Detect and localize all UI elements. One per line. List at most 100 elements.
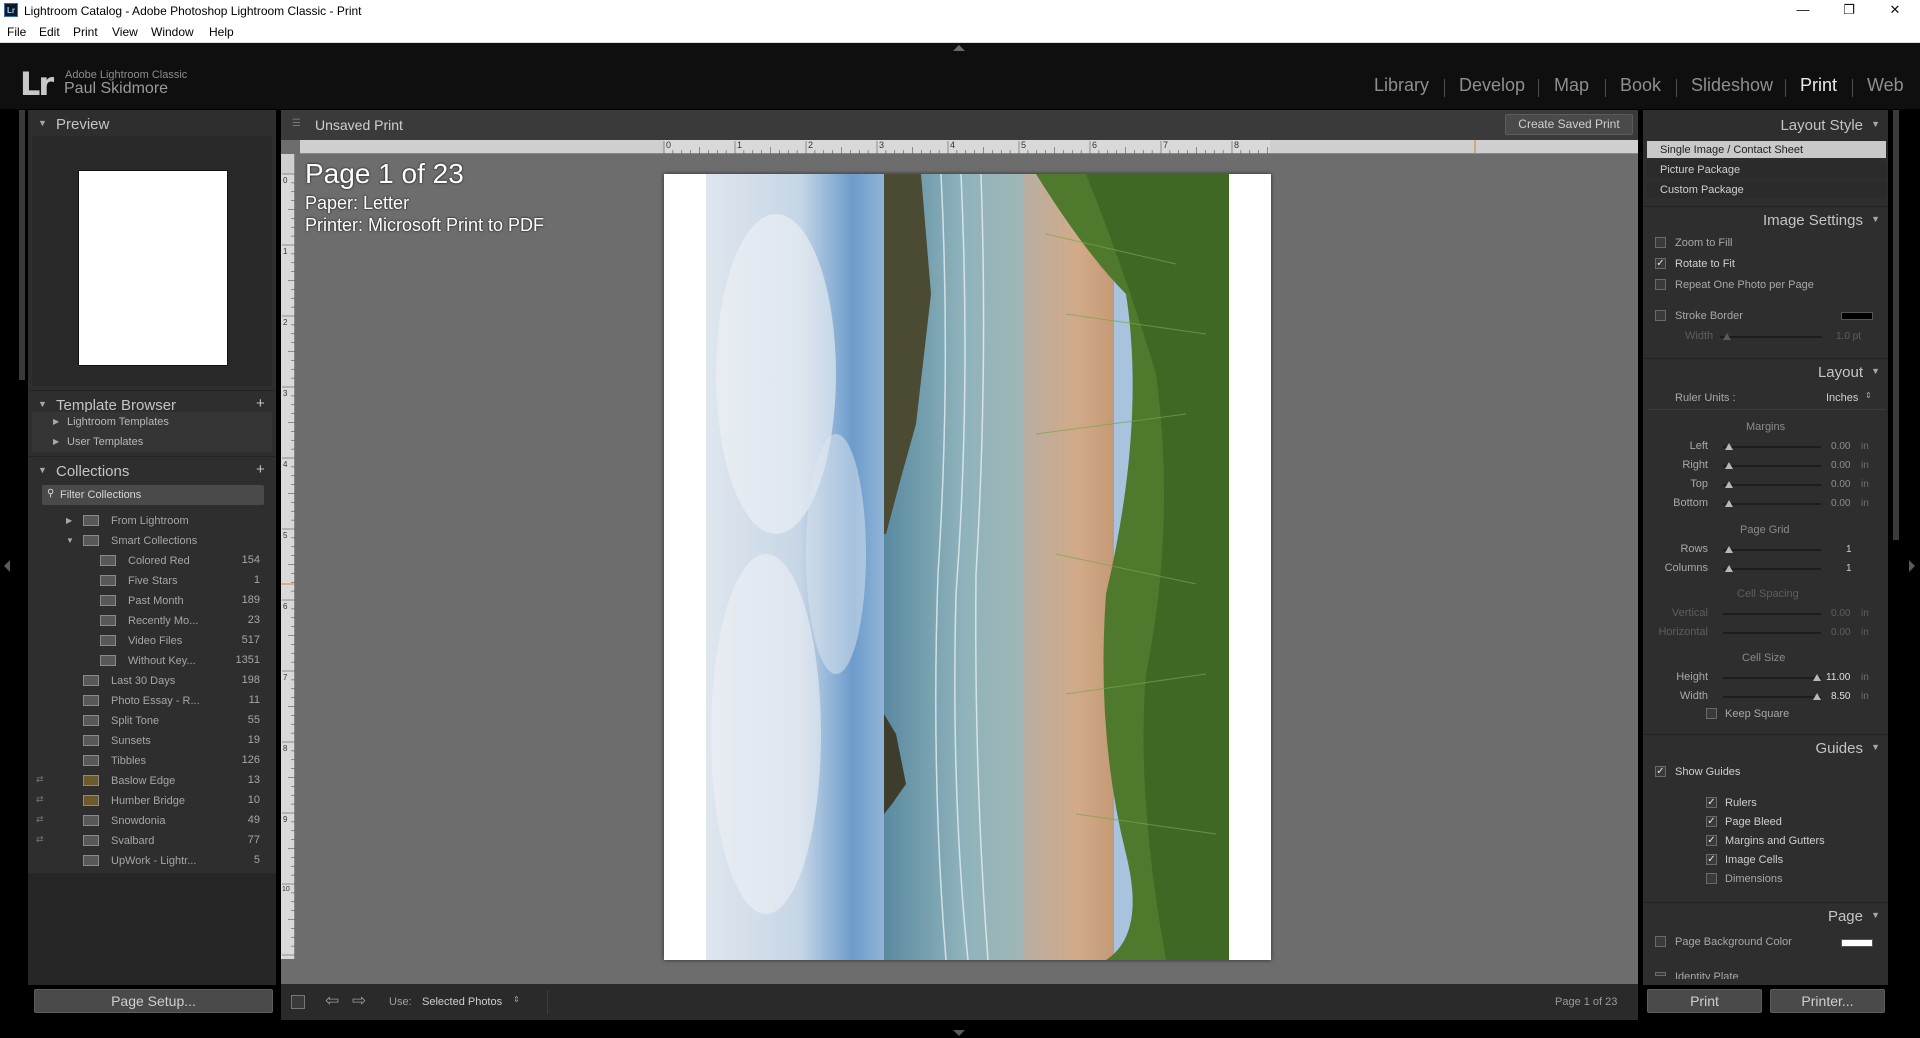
list-item[interactable]: Video Files 517 xyxy=(32,631,272,651)
print-button[interactable]: Print xyxy=(1647,989,1762,1013)
rows-slider[interactable] xyxy=(1723,549,1821,551)
page-header[interactable]: Page ▼ xyxy=(1643,902,1888,925)
vertical-spacing-slider[interactable] xyxy=(1723,613,1821,615)
layout-style-custom-package[interactable]: Custom Package xyxy=(1647,181,1886,198)
dimensions-checkbox[interactable] xyxy=(1706,873,1717,884)
menu-window[interactable]: Window xyxy=(151,25,194,39)
slider-thumb-icon[interactable] xyxy=(1725,443,1733,450)
disclosure-triangle-icon[interactable]: ▶ xyxy=(53,437,59,446)
guides-header[interactable]: Guides ▼ xyxy=(1643,734,1888,757)
collections-header[interactable]: ▼ Collections + xyxy=(28,456,276,480)
margin-bottom-value[interactable]: 0.00 xyxy=(1831,498,1850,509)
menu-help[interactable]: Help xyxy=(209,25,234,39)
keep-square-checkbox[interactable] xyxy=(1706,708,1717,719)
filter-collections-input[interactable]: ⚲ Filter Collections xyxy=(42,485,264,505)
slider-thumb-icon[interactable] xyxy=(1725,481,1733,488)
list-item[interactable]: Without Key... 1351 xyxy=(32,651,272,671)
cell-width-value[interactable]: 8.50 xyxy=(1831,691,1850,702)
layout-header[interactable]: Layout ▼ xyxy=(1643,358,1888,381)
menu-file[interactable]: File xyxy=(7,25,26,39)
collapse-left-panel-icon[interactable] xyxy=(4,560,10,572)
module-web[interactable]: Web xyxy=(1867,75,1904,96)
template-folder-lightroom[interactable]: ▶ Lightroom Templates xyxy=(32,412,272,432)
list-item[interactable]: UpWork - Lightr... 5 xyxy=(32,851,272,871)
disclosure-triangle-icon[interactable]: ▶ xyxy=(66,516,72,525)
slider-thumb-icon[interactable] xyxy=(1725,565,1733,572)
menu-view[interactable]: View xyxy=(112,25,138,39)
columns-value[interactable]: 1 xyxy=(1846,563,1852,574)
image-cells-checkbox[interactable]: ✓ xyxy=(1706,854,1717,865)
stroke-border-checkbox[interactable] xyxy=(1655,310,1666,321)
layout-style-picture-package[interactable]: Picture Package xyxy=(1647,161,1886,178)
module-map[interactable]: Map xyxy=(1554,75,1589,96)
page-setup-button[interactable]: Page Setup... xyxy=(34,989,273,1013)
list-item[interactable]: Sunsets 19 xyxy=(32,731,272,751)
image-settings-header[interactable]: Image Settings ▼ xyxy=(1643,206,1888,229)
cell-height-slider[interactable] xyxy=(1723,677,1821,679)
list-item[interactable]: ⇄ Humber Bridge 10 xyxy=(32,791,272,811)
stroke-width-slider[interactable] xyxy=(1720,336,1822,338)
list-item[interactable]: Five Stars 1 xyxy=(32,571,272,591)
slider-thumb-icon[interactable] xyxy=(1813,674,1821,681)
layout-style-single-image[interactable]: Single Image / Contact Sheet xyxy=(1647,141,1886,158)
list-item[interactable]: Split Tone 55 xyxy=(32,711,272,731)
minimize-icon[interactable]: — xyxy=(1780,0,1826,22)
columns-slider[interactable] xyxy=(1723,568,1821,570)
use-selected-photos-dropdown[interactable]: Selected Photos xyxy=(422,996,502,1008)
list-item[interactable]: Tibbles 126 xyxy=(32,751,272,771)
slider-thumb-icon[interactable] xyxy=(1725,546,1733,553)
page-bleed-checkbox[interactable]: ✓ xyxy=(1706,816,1717,827)
repeat-one-photo-checkbox[interactable] xyxy=(1655,279,1666,290)
template-browser-header[interactable]: ▼ Template Browser + xyxy=(28,390,276,414)
list-item[interactable]: ⇄ Baslow Edge 13 xyxy=(32,771,272,791)
identity-plate-checkbox[interactable] xyxy=(1655,972,1666,976)
preview-header[interactable]: ▼ Preview xyxy=(28,114,276,136)
template-folder-user[interactable]: ▶ User Templates xyxy=(32,432,272,452)
menu-print[interactable]: Print xyxy=(73,25,98,39)
slider-thumb-icon[interactable] xyxy=(1725,462,1733,469)
list-item[interactable]: ⇄ Svalbard 77 xyxy=(32,831,272,851)
list-item[interactable]: Photo Essay - R... 11 xyxy=(32,691,272,711)
margin-top-value[interactable]: 0.00 xyxy=(1831,479,1850,490)
collapse-filmstrip-icon[interactable] xyxy=(953,1030,965,1036)
margin-top-slider[interactable] xyxy=(1723,484,1821,486)
add-collection-icon[interactable]: + xyxy=(256,461,265,478)
print-photo[interactable] xyxy=(706,174,1229,960)
next-page-icon[interactable]: ⇨ xyxy=(352,991,366,1011)
margin-right-slider[interactable] xyxy=(1723,465,1821,467)
grid-view-toggle-icon[interactable] xyxy=(291,995,305,1009)
module-slideshow[interactable]: Slideshow xyxy=(1691,75,1773,96)
zoom-to-fill-checkbox[interactable] xyxy=(1655,237,1666,248)
slider-thumb-icon[interactable] xyxy=(1725,500,1733,507)
printer-button[interactable]: Printer... xyxy=(1770,989,1885,1013)
module-library[interactable]: Library xyxy=(1374,75,1429,96)
module-book[interactable]: Book xyxy=(1620,75,1661,96)
module-develop[interactable]: Develop xyxy=(1459,75,1525,96)
stroke-color-swatch[interactable] xyxy=(1841,312,1873,320)
margin-bottom-slider[interactable] xyxy=(1723,503,1821,505)
layout-style-header[interactable]: Layout Style ▼ xyxy=(1643,116,1888,138)
margin-left-value[interactable]: 0.00 xyxy=(1831,441,1850,452)
disclosure-triangle-icon[interactable]: ▶ xyxy=(53,417,59,426)
rulers-checkbox[interactable]: ✓ xyxy=(1706,797,1717,808)
close-icon[interactable]: ✕ xyxy=(1872,0,1918,22)
slider-thumb-icon[interactable] xyxy=(1813,693,1821,700)
right-panel-scrollbar[interactable] xyxy=(1893,110,1899,540)
list-item[interactable]: Recently Mo... 23 xyxy=(32,611,272,631)
collection-set-from-lightroom[interactable]: ▶ From Lightroom xyxy=(32,511,272,531)
list-item[interactable]: Last 30 Days 198 xyxy=(32,671,272,691)
horizontal-spacing-slider[interactable] xyxy=(1723,632,1821,634)
disclosure-triangle-icon[interactable]: ▼ xyxy=(66,536,74,545)
previous-page-icon[interactable]: ⇦ xyxy=(325,991,339,1011)
cell-width-slider[interactable] xyxy=(1723,696,1821,698)
restore-icon[interactable]: ❐ xyxy=(1826,0,1872,22)
add-template-icon[interactable]: + xyxy=(256,395,265,412)
collapse-right-panel-icon[interactable] xyxy=(1909,560,1915,572)
list-item[interactable]: Colored Red 154 xyxy=(32,551,272,571)
margin-left-slider[interactable] xyxy=(1723,446,1821,448)
list-item[interactable]: Past Month 189 xyxy=(32,591,272,611)
create-saved-print-button[interactable]: Create Saved Print xyxy=(1505,114,1633,135)
slider-thumb-icon[interactable] xyxy=(1723,333,1731,340)
left-panel-scrollbar[interactable] xyxy=(19,110,25,380)
ruler-units-dropdown[interactable]: Inches xyxy=(1826,392,1858,404)
